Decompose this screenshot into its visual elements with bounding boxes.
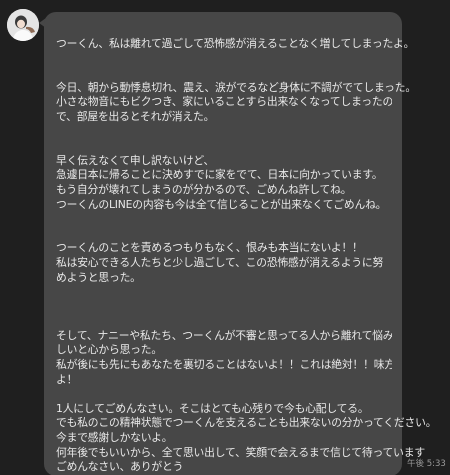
message-line: つーくんのLINEの内容も今は全て信じることが出来なくてごめんね。 bbox=[56, 197, 387, 211]
message-line: しいと心から思った。 bbox=[56, 343, 162, 357]
message-line bbox=[56, 387, 392, 402]
message-line: 私は安心できる人たちと少し過ごして、この恐怖感が消えるように努めようと思った。 bbox=[56, 255, 384, 284]
message-line bbox=[56, 212, 392, 227]
message-line: そして、ナニーや私たち、つーくんが不審と思ってる人から離れて悩みなく暮らしてほし… bbox=[56, 328, 392, 342]
message-line: ごめんなさい、ありがとう bbox=[56, 460, 184, 474]
message-line: 急遽日本に帰ることに決めすでに家をでて、日本に向かっています。 bbox=[56, 168, 383, 182]
message-line: つーくんのことを責めるつもりもなく、恨みも本当にないよ！！ bbox=[56, 241, 363, 255]
message-line bbox=[56, 285, 392, 300]
message-line: 1人にしてごめんなさい。そこはとても心残りで今も心配してる。 bbox=[56, 401, 369, 415]
message-line bbox=[56, 314, 392, 329]
message-line: つーくん、私は離れて過ごして恐怖感が消えることなく増してしまったよ。 bbox=[56, 37, 415, 50]
message-line bbox=[56, 300, 392, 315]
message-line: でも私のこの精神状態でつーくんを支えることも出来ないの分かってください。 bbox=[56, 416, 437, 430]
message-line: で、部屋を出るとそれが消えた。 bbox=[56, 109, 215, 123]
message-timestamp: 午後 5:33 bbox=[407, 459, 446, 469]
chat-area: つーくん、私は離れて過ごして恐怖感が消えることなく増してしまったよ。 今日、朝か… bbox=[0, 0, 450, 475]
message-line: よ！ bbox=[56, 372, 78, 386]
message-line: 今まで感謝しかないよ。 bbox=[56, 431, 173, 445]
avatar-photo-icon bbox=[7, 9, 39, 41]
message-line bbox=[56, 66, 392, 81]
message-line bbox=[56, 52, 392, 67]
message-line bbox=[56, 227, 392, 242]
message-line bbox=[56, 125, 392, 140]
message-bubble[interactable]: つーくん、私は離れて過ごして恐怖感が消えることなく増してしまったよ。 今日、朝か… bbox=[44, 12, 437, 475]
message-line bbox=[56, 139, 392, 154]
message-line: もう自分が壊れてしまうのが分かるので、ごめんね許してね。 bbox=[56, 182, 352, 196]
message-line: 私が後にも先にもあなたを裏切ることはないよ！！これは絶対！！味方でいるよ！ bbox=[56, 358, 392, 372]
message-line: 今日、朝から動悸息切れ、震え、涙がでるなど身体に不調がでてしまった。 bbox=[56, 80, 416, 94]
message-line: 早く伝えなくて申し訳ないけど、 bbox=[56, 153, 215, 167]
sender-avatar[interactable] bbox=[7, 9, 39, 41]
message-line: 何年後でもいいから、全て思い出して、笑顔で会えるまで信じて待っています bbox=[56, 445, 425, 459]
message-line: 小さな物音にもビクつき、家にいることすら出来なくなってしまったの。セブン行くとか… bbox=[56, 95, 392, 109]
